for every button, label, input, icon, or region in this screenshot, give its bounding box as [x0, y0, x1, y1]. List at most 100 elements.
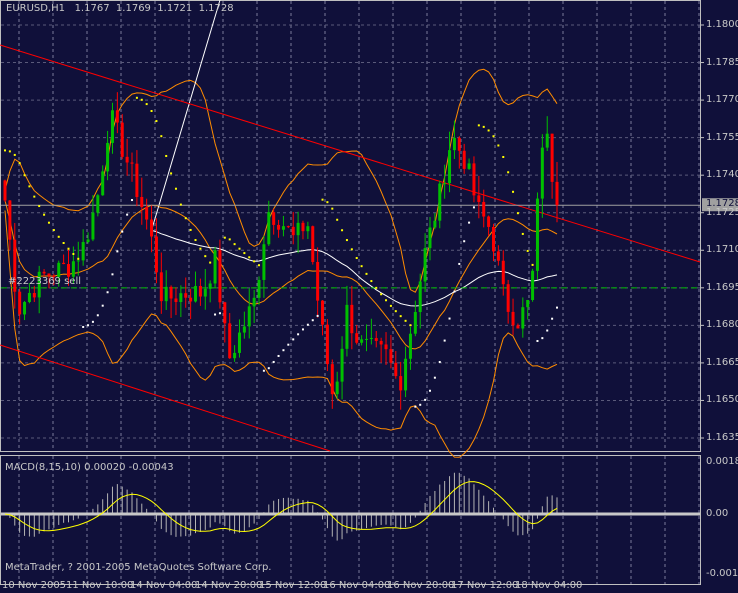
- price-tick-label: 1.1635: [706, 431, 738, 443]
- sar-dot: [336, 218, 339, 221]
- sar-dot: [306, 323, 309, 326]
- candle-body: [179, 293, 183, 302]
- candle-body: [76, 260, 80, 262]
- sar-dot: [116, 250, 119, 253]
- sar-dot: [253, 260, 256, 263]
- candle-body: [506, 284, 510, 312]
- candle-body: [355, 333, 359, 343]
- candle-body: [301, 222, 305, 232]
- sar-dot: [551, 317, 554, 320]
- candle-body: [526, 299, 530, 308]
- time-label: 18 Nov 04:00: [515, 580, 583, 591]
- candle-body: [18, 291, 22, 315]
- sar-dot: [214, 313, 217, 316]
- sar-dot: [453, 290, 456, 293]
- sar-dot: [409, 324, 412, 327]
- sar-dot: [331, 207, 334, 210]
- close-value: 1.1728: [198, 3, 234, 14]
- sar-dot: [345, 239, 348, 242]
- candle-body: [535, 198, 539, 271]
- candle-body: [448, 150, 452, 184]
- candle-body: [262, 244, 266, 280]
- current-price-label: 1.1728: [706, 198, 738, 210]
- candle-body: [174, 298, 178, 302]
- candle-body: [413, 311, 417, 334]
- chart-window[interactable]: EURUSD,H1 1.1767 1.1769 1.1721 1.1728 #2…: [0, 0, 738, 593]
- sar-dot: [199, 247, 202, 250]
- sar-dot: [287, 343, 290, 346]
- time-label: 14 Nov 04:00: [130, 580, 198, 591]
- sar-dot: [121, 230, 124, 233]
- candle-body: [389, 349, 393, 363]
- candle-body: [491, 226, 495, 252]
- sar-dot: [516, 212, 519, 215]
- candle-body: [472, 163, 476, 196]
- candle-body: [91, 212, 95, 240]
- sar-dot: [23, 174, 26, 177]
- sar-dot: [135, 96, 138, 99]
- sar-dot: [282, 349, 285, 352]
- candle-body: [67, 264, 71, 277]
- candle-body: [330, 364, 334, 395]
- sar-dot: [179, 203, 182, 206]
- candle-body: [3, 180, 7, 201]
- sar-dot: [497, 144, 500, 147]
- candle-body: [555, 181, 559, 206]
- trendline-upper: [0, 44, 701, 263]
- sar-dot: [140, 98, 143, 101]
- candle-body: [145, 207, 149, 220]
- candle-body: [286, 226, 290, 228]
- sar-dot: [482, 125, 485, 128]
- sar-dot: [33, 195, 36, 198]
- candle-body: [208, 283, 212, 289]
- candle-body: [364, 338, 368, 340]
- candle-body: [369, 338, 373, 340]
- candle-body: [27, 292, 31, 303]
- sar-dot: [350, 248, 353, 251]
- macd-tick-label: 0.00: [706, 508, 729, 519]
- sar-dot: [492, 135, 495, 138]
- candle-body: [423, 248, 427, 282]
- sar-dot: [311, 319, 314, 322]
- sar-dot: [375, 286, 378, 289]
- sar-dot: [414, 405, 417, 408]
- candle-body: [101, 171, 105, 196]
- sar-dot: [531, 263, 534, 266]
- candle-body: [511, 311, 515, 326]
- time-label: 14 Nov 20:00: [195, 580, 263, 591]
- candle-body: [306, 226, 310, 232]
- candle-body: [291, 226, 295, 236]
- candle-body: [277, 224, 281, 230]
- sar-dot: [233, 243, 236, 246]
- sar-dot: [145, 103, 148, 106]
- candle-body: [296, 222, 300, 236]
- sar-dot: [458, 262, 461, 265]
- candle-body: [223, 302, 227, 324]
- candle-body: [32, 292, 36, 298]
- sar-dot: [62, 241, 65, 244]
- candle-body: [467, 163, 471, 169]
- sar-dot: [277, 354, 280, 357]
- candle-body: [184, 293, 188, 298]
- candle-body: [316, 261, 320, 301]
- candle-body: [62, 262, 66, 265]
- sar-dot: [82, 325, 85, 328]
- candle-body: [340, 348, 344, 382]
- candle-body: [189, 297, 193, 302]
- candle-body: [325, 324, 329, 365]
- price-chart[interactable]: [0, 0, 738, 593]
- candle-body: [521, 307, 525, 329]
- price-tick-label: 1.1755: [706, 131, 738, 143]
- sar-dot: [170, 172, 173, 175]
- candle-body: [169, 286, 173, 299]
- sar-dot: [487, 129, 490, 132]
- sar-dot: [57, 235, 60, 238]
- candle-body: [443, 183, 447, 185]
- macd-tick-label: -0.0019: [706, 568, 738, 579]
- candle-body: [394, 362, 398, 377]
- sar-dot: [72, 252, 75, 255]
- sar-dot: [238, 247, 241, 250]
- candle-body: [545, 133, 549, 148]
- sar-dot: [262, 369, 265, 372]
- sar-dot: [365, 272, 368, 275]
